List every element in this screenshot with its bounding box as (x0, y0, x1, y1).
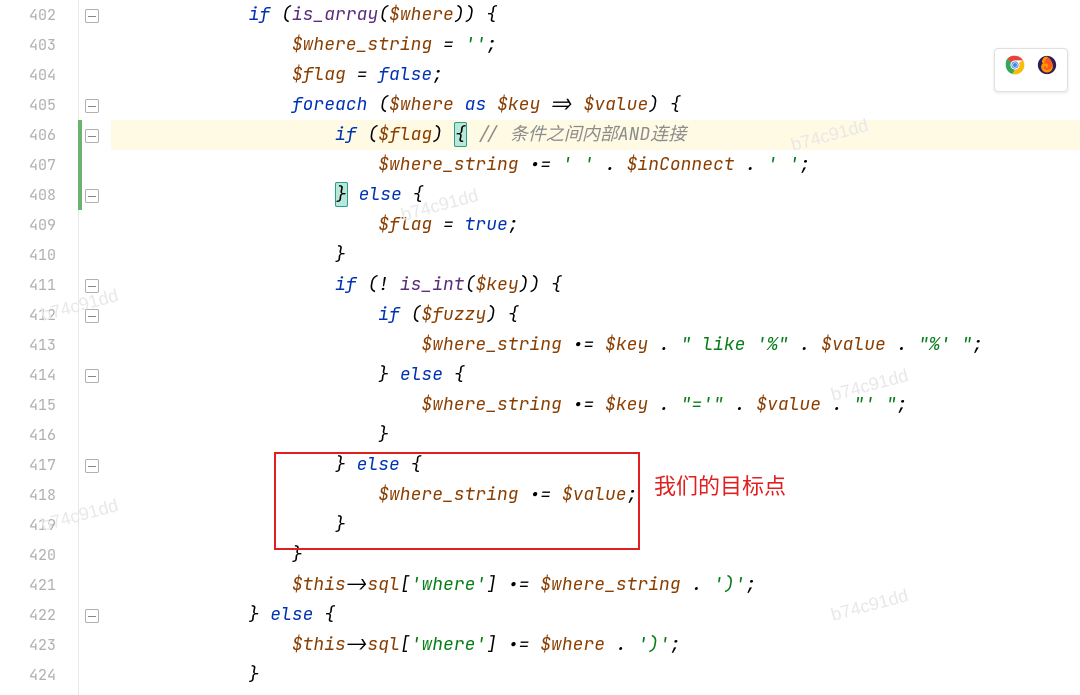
fold-toggle-icon[interactable] (85, 189, 99, 203)
code-line[interactable]: } (111, 660, 1080, 690)
annotation-label: 我们的目标点 (654, 472, 786, 502)
line-number: 421 (0, 570, 78, 600)
code-line[interactable]: $this->sql['where'] .= $where_string . '… (111, 570, 1080, 600)
line-number: 424 (0, 660, 78, 690)
line-number: 407 (0, 150, 78, 180)
code-line[interactable]: if (! is_int($key)) { (111, 270, 1080, 300)
code-line[interactable]: } (111, 420, 1080, 450)
line-number: 402 (0, 0, 78, 30)
line-number: 414 (0, 360, 78, 390)
code-line[interactable]: foreach ($where as $key => $value) { (111, 90, 1080, 120)
code-line[interactable]: if (is_array($where)) { (111, 0, 1080, 30)
code-line[interactable]: } else { (111, 600, 1080, 630)
fold-toggle-icon[interactable] (85, 369, 99, 383)
code-line[interactable]: } (111, 510, 1080, 540)
fold-column (79, 0, 111, 695)
code-line[interactable]: if ($flag) { // 条件之间内部AND连接 (111, 120, 1080, 150)
line-number: 420 (0, 540, 78, 570)
line-number: 416 (0, 420, 78, 450)
line-number: 410 (0, 240, 78, 270)
code-line[interactable]: $where_string .= ' ' . $inConnect . ' '; (111, 150, 1080, 180)
code-line[interactable]: } (111, 240, 1080, 270)
fold-toggle-icon[interactable] (85, 129, 99, 143)
code-line[interactable]: if ($fuzzy) { (111, 300, 1080, 330)
code-line[interactable]: } else { (111, 180, 1080, 210)
fold-toggle-icon[interactable] (85, 99, 99, 113)
line-number: 404 (0, 60, 78, 90)
line-number: 403 (0, 30, 78, 60)
fold-toggle-icon[interactable] (85, 459, 99, 473)
line-number: 422 (0, 600, 78, 630)
code-line[interactable]: } else { (111, 360, 1080, 390)
line-number: 405 (0, 90, 78, 120)
code-area[interactable]: if (is_array($where)) { $where_string = … (111, 0, 1080, 695)
line-number: 409 (0, 210, 78, 240)
code-line[interactable]: $flag = true; (111, 210, 1080, 240)
line-number: 411 (0, 270, 78, 300)
line-number: 408 (0, 180, 78, 210)
line-number-gutter: 4024034044054064074084094104114124134144… (0, 0, 79, 695)
line-number: 418 (0, 480, 78, 510)
code-line[interactable]: $this->sql['where'] .= $where . ')'; (111, 630, 1080, 660)
code-line[interactable]: $where_string .= $value; (111, 480, 1080, 510)
code-line[interactable]: $flag = false; (111, 60, 1080, 90)
fold-toggle-icon[interactable] (85, 9, 99, 23)
code-line[interactable]: $where_string .= $key . "='" . $value . … (111, 390, 1080, 420)
line-number: 417 (0, 450, 78, 480)
code-line[interactable]: $where_string = ''; (111, 30, 1080, 60)
line-number: 423 (0, 630, 78, 660)
line-number: 419 (0, 510, 78, 540)
firefox-icon[interactable] (1037, 55, 1057, 85)
vcs-modified-bar (78, 120, 82, 210)
fold-toggle-icon[interactable] (85, 309, 99, 323)
line-number: 415 (0, 390, 78, 420)
line-number: 406 (0, 120, 78, 150)
code-line[interactable]: } else { (111, 450, 1080, 480)
fold-toggle-icon[interactable] (85, 279, 99, 293)
code-line[interactable]: $where_string .= $key . " like '%" . $va… (111, 330, 1080, 360)
code-editor: 4024034044054064074084094104114124134144… (0, 0, 1080, 695)
fold-toggle-icon[interactable] (85, 609, 99, 623)
line-number: 413 (0, 330, 78, 360)
code-line[interactable]: } (111, 540, 1080, 570)
chrome-icon[interactable] (1005, 55, 1025, 85)
browser-preview-toolbar (994, 48, 1068, 92)
line-number: 412 (0, 300, 78, 330)
